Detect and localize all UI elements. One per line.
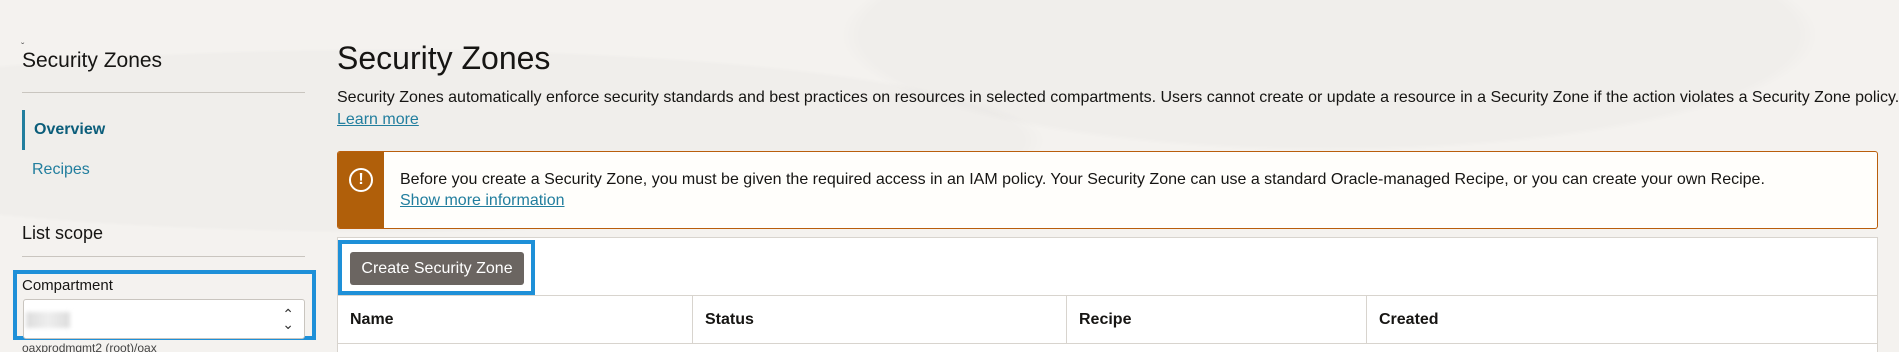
warning-icon: ! [349,168,373,192]
column-header-created[interactable]: Created [1367,296,1877,343]
sidebar-item-recipes[interactable]: Recipes [22,150,305,190]
list-scope-heading: List scope [22,223,104,243]
sidebar: ˇ Security Zones Overview Recipes List s… [13,0,316,352]
alert-text: Before you create a Security Zone, you m… [400,171,1765,188]
compartment-value-redacted [26,312,70,328]
show-more-information-link[interactable]: Show more information [400,192,565,210]
sidebar-title-text: Security Zones [22,49,163,72]
column-header-recipe[interactable]: Recipe [1067,296,1367,343]
alert-icon-bar: ! [338,152,384,228]
column-header-status[interactable]: Status [693,296,1067,343]
chevron-up-down-icon: ⌃ ⌄ [282,306,294,332]
sidebar-divider [22,92,305,93]
main-content: Security Zones Security Zones automatica… [337,0,1899,352]
compartment-select[interactable]: ⌃ ⌄ [23,299,305,339]
compartment-label: Compartment [22,277,113,294]
sidebar-item-label: Overview [34,121,106,138]
warning-alert: ! Before you create a Security Zone, you… [337,151,1878,229]
sidebar-item-label: Recipes [32,161,90,178]
page-description: Security Zones automatically enforce sec… [337,89,1899,106]
column-header-name[interactable]: Name [338,296,693,343]
compartment-path: oaxprodmgmt2 (root)/oax [22,341,157,352]
table-header: Name Status Recipe Created [338,295,1877,344]
sidebar-title: ˇ Security Zones [21,42,163,73]
page-title: Security Zones [337,40,551,76]
sidebar-item-overview[interactable]: Overview [22,110,305,150]
collapse-icon[interactable]: ˇ [21,42,24,53]
compartment-highlight: Compartment ⌃ ⌄ [13,270,316,340]
sidebar-divider [22,256,305,257]
create-button-highlight: Create Security Zone [338,240,535,295]
create-security-zone-button[interactable]: Create Security Zone [350,252,524,285]
learn-more-link[interactable]: Learn more [337,111,419,129]
security-zones-panel: Create Security Zone Name Status Recipe … [337,237,1878,352]
